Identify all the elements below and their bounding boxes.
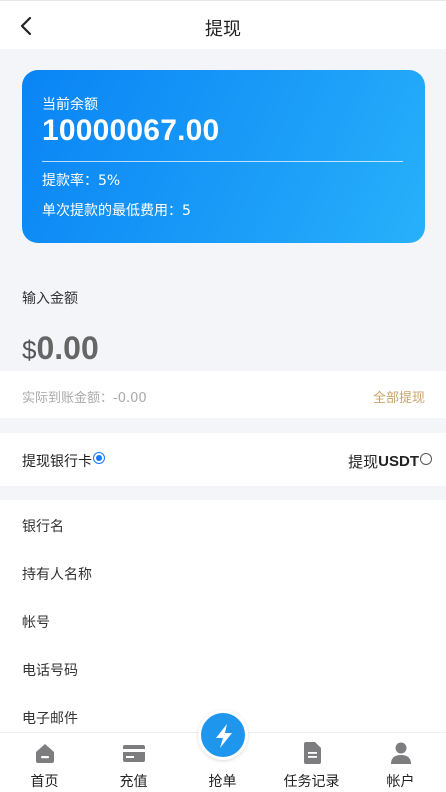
method-usdt-prefix: 提现 bbox=[348, 453, 379, 471]
phone-field[interactable]: 电话号码 bbox=[22, 660, 78, 680]
currency-symbol: $ bbox=[22, 335, 37, 365]
bank-name-field[interactable]: 银行名 bbox=[22, 516, 64, 536]
card-divider bbox=[42, 161, 403, 162]
tab-recharge[interactable]: 充值 bbox=[89, 733, 178, 792]
method-bank-card[interactable]: 提现银行卡 bbox=[22, 451, 105, 471]
amount-value[interactable]: 0.00 bbox=[36, 330, 98, 367]
tab-home[interactable]: 首页 bbox=[0, 733, 89, 792]
withdraw-rate: 提款率：5% bbox=[42, 173, 121, 189]
tab-home-label: 首页 bbox=[30, 774, 59, 790]
method-usdt[interactable]: 提现 USDT bbox=[348, 451, 432, 472]
page-title: 提现 bbox=[205, 19, 241, 40]
holder-name-field[interactable]: 持有人名称 bbox=[22, 564, 92, 584]
bank-form: 银行名 持有人名称 帐号 电话号码 电子邮件 bbox=[0, 500, 446, 740]
method-usdt-suffix: USDT bbox=[378, 453, 419, 470]
min-fee: 单次提款的最低费用：5 bbox=[42, 203, 191, 219]
top-nav: 提现 bbox=[0, 0, 446, 49]
email-field[interactable]: 电子邮件 bbox=[22, 708, 78, 728]
tab-account[interactable]: 帐户 bbox=[356, 733, 445, 792]
balance-card: 当前余额 10000067.00 提款率：5% 单次提款的最低费用：5 bbox=[22, 70, 425, 243]
tab-grab-label: 抢单 bbox=[208, 774, 237, 790]
actual-amount: 实际到账金额：-0.00 bbox=[22, 391, 147, 406]
method-bank-label: 提现银行卡 bbox=[22, 454, 92, 470]
balance-label: 当前余额 bbox=[42, 97, 98, 113]
card-icon bbox=[122, 745, 145, 762]
actual-amount-row: 实际到账金额：-0.00 全部提现 bbox=[0, 371, 446, 418]
tab-records-label: 任务记录 bbox=[283, 774, 340, 790]
grab-button[interactable] bbox=[197, 710, 248, 760]
bottom-tabbar: 首页 充值 抢单 任务记录 帐户 bbox=[0, 710, 446, 792]
person-icon bbox=[390, 742, 411, 764]
home-icon bbox=[35, 744, 54, 763]
withdraw-method-row: 提现银行卡 提现 USDT bbox=[0, 433, 446, 486]
amount-input[interactable]: $ 0.00 bbox=[22, 330, 99, 370]
account-field[interactable]: 帐号 bbox=[22, 612, 50, 632]
withdraw-all-button[interactable]: 全部提现 bbox=[373, 387, 425, 406]
document-icon bbox=[303, 742, 321, 764]
lightning-icon bbox=[215, 724, 232, 748]
tab-grab[interactable]: 抢单 bbox=[178, 710, 267, 792]
radio-usdt[interactable] bbox=[420, 452, 432, 465]
balance-amount: 10000067.00 bbox=[42, 114, 220, 147]
tab-account-label: 帐户 bbox=[386, 774, 415, 790]
tab-recharge-label: 充值 bbox=[119, 774, 148, 790]
amount-label: 输入金额 bbox=[22, 291, 78, 307]
radio-bank-selected[interactable] bbox=[93, 452, 105, 464]
tab-records[interactable]: 任务记录 bbox=[267, 733, 356, 792]
